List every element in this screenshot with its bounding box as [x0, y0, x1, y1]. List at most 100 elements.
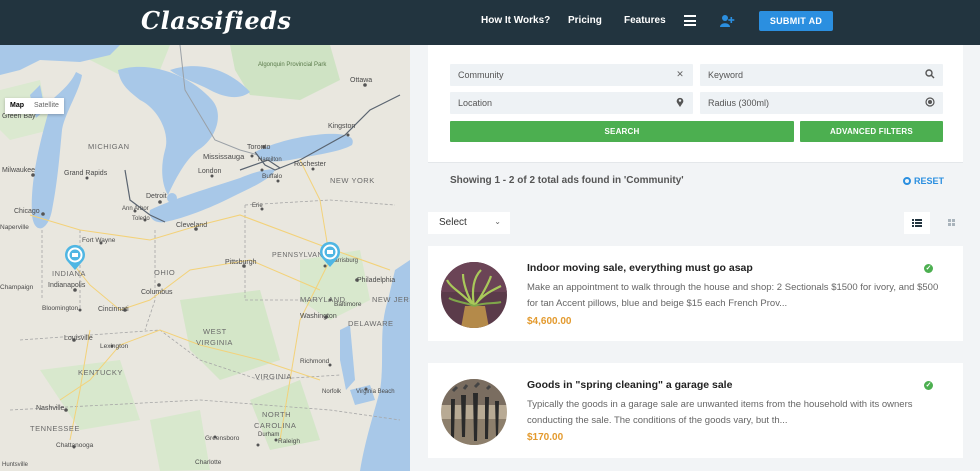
map-label-detroit: Detroit: [146, 193, 167, 200]
map-label-indiana: INDIANA: [52, 269, 86, 278]
map-label-virginia-w: VIRGINIA: [196, 338, 233, 347]
nav-how-it-works[interactable]: How It Works?: [481, 15, 550, 26]
map-label-michigan: MICHIGAN: [88, 142, 130, 151]
reset-icon: [903, 177, 911, 185]
map-label-indianapolis: Indianapolis: [48, 282, 86, 289]
hamburger-icon[interactable]: [684, 15, 696, 26]
map-label-bloomington: Bloomington: [42, 305, 79, 312]
submit-ad-button[interactable]: SUBMIT AD: [759, 11, 833, 31]
map-label-rochester: Rochester: [294, 161, 327, 168]
map-label-baltimore: Baltimore: [334, 301, 362, 308]
keyword-field[interactable]: Keyword: [700, 64, 943, 86]
map-label-lexington: Lexington: [100, 343, 129, 350]
listing-thumbnail[interactable]: [441, 379, 507, 445]
listing-card[interactable]: ✓ Indoor moving sale, everything must go…: [428, 246, 963, 341]
map-label-milwaukee: Milwaukee: [2, 167, 35, 174]
chevron-down-icon: ⌄: [494, 217, 501, 226]
map-label-carolina: CAROLINA: [254, 421, 296, 430]
map-label-algonquin: Algonquin Provincial Park: [258, 62, 327, 68]
map-label-chattanooga: Chattanooga: [56, 442, 94, 449]
list-view-icon: [912, 219, 922, 227]
map-label-naperville: Naperville: [0, 224, 29, 231]
plant-image: [441, 262, 507, 328]
map-type-map-button[interactable]: Map: [5, 98, 29, 114]
map-label-green-bay: Green Bay: [2, 113, 36, 120]
map-marker-icon[interactable]: [675, 97, 685, 107]
map-label-nashville: Nashville: [36, 405, 65, 412]
nav-pricing[interactable]: Pricing: [568, 15, 602, 26]
map-label-toronto: Toronto: [247, 144, 270, 151]
add-user-icon[interactable]: [719, 13, 735, 29]
radius-field-value: Radius (300ml): [708, 98, 770, 108]
map-label-virginia: VIRGINIA: [255, 372, 292, 381]
search-button[interactable]: SEARCH: [450, 121, 794, 142]
map-label-buffalo: Buffalo: [262, 173, 283, 180]
map-label-charlotte: Charlotte: [195, 459, 222, 466]
map-label-philadelphia: Philadelphia: [357, 277, 395, 284]
map-view[interactable]: Algonquin Provincial Park Ottawa Green B…: [0, 45, 410, 471]
map-label-ottawa: Ottawa: [350, 77, 372, 84]
grid-view-button[interactable]: [939, 212, 965, 234]
map-label-grand-rapids: Grand Rapids: [64, 170, 108, 177]
map-label-tennessee: TENNESSEE: [30, 424, 80, 433]
map-label-champaign: Champaign: [0, 284, 34, 291]
clear-icon[interactable]: ✕: [675, 69, 685, 79]
map-label-durham: Durham: [258, 432, 279, 438]
map-label-kingston: Kingston: [328, 123, 355, 130]
map-label-new-york: NEW YORK: [330, 176, 375, 185]
results-summary: Showing 1 - 2 of 2 total ads found in 'C…: [450, 175, 684, 186]
grid-view-icon: [948, 219, 955, 226]
map-label-virginia-beach: Virginia Beach: [356, 389, 395, 395]
map-label-huntsville: Huntsville: [2, 462, 29, 468]
map-label-columbus: Columbus: [141, 289, 173, 296]
map-label-north: NORTH: [262, 410, 291, 419]
map-type-control: Map Satellite: [5, 98, 64, 114]
top-navbar: Classifieds How It Works? Pricing Featur…: [0, 0, 980, 45]
verified-check-icon: ✓: [922, 379, 935, 392]
nav-features[interactable]: Features: [624, 15, 666, 26]
map-label-richmond: Richmond: [300, 358, 330, 365]
reset-label: RESET: [914, 176, 945, 186]
search-icon: [925, 69, 935, 79]
radius-field[interactable]: Radius (300ml): [700, 92, 943, 114]
garage-sale-image: [441, 379, 507, 445]
map-label-ann-arbor: Ann Arbor: [122, 206, 149, 212]
listing-price: $170.00: [527, 432, 564, 443]
community-field-value: Community: [458, 70, 504, 80]
map-label-cincinnati: Cincinnati: [98, 306, 129, 313]
map-label-hamilton: Hamilton: [258, 157, 282, 163]
listing-price: $4,600.00: [527, 316, 572, 327]
map-label-norfolk: Norfolk: [322, 389, 342, 395]
location-field-placeholder: Location: [458, 98, 493, 108]
advanced-filters-button[interactable]: ADVANCED FILTERS: [800, 121, 943, 142]
map-label-kentucky: KENTUCKY: [78, 368, 123, 377]
map-label-pittsburgh: Pittsburgh: [225, 259, 257, 266]
map-label-chicago: Chicago: [14, 208, 40, 215]
map-label-west: WEST: [203, 327, 227, 336]
map-label-mississauga: Mississauga: [203, 152, 245, 161]
map-type-satellite-button[interactable]: Satellite: [29, 98, 64, 114]
keyword-field-placeholder: Keyword: [708, 70, 744, 80]
list-view-button[interactable]: [904, 212, 930, 234]
site-logo[interactable]: Classifieds: [141, 6, 291, 35]
map-label-toledo: Toledo: [132, 216, 150, 222]
map-label-cleveland: Cleveland: [176, 222, 207, 229]
map-label-erie: Erie: [252, 203, 263, 209]
location-field[interactable]: Location: [450, 92, 693, 114]
target-icon[interactable]: [925, 97, 935, 107]
listing-description: Make an appointment to walk through the …: [527, 282, 939, 309]
listing-title[interactable]: Goods in "spring cleaning" a garage sale: [527, 379, 732, 391]
sort-select-value: Select: [439, 217, 467, 228]
sort-select[interactable]: Select ⌄: [428, 212, 510, 234]
community-field[interactable]: Community ✕: [450, 64, 693, 86]
listing-description: Typically the goods in a garage sale are…: [527, 399, 913, 426]
map-label-greensboro: Greensboro: [205, 435, 240, 442]
listing-card[interactable]: ✓ Goods in "spring cleaning" a garage sa…: [428, 363, 963, 458]
verified-check-icon: ✓: [922, 262, 935, 275]
listing-thumbnail[interactable]: [441, 262, 507, 328]
map-label-ohio: OHIO: [154, 268, 175, 277]
reset-button[interactable]: RESET: [903, 176, 944, 186]
listing-title[interactable]: Indoor moving sale, everything must go a…: [527, 262, 753, 274]
map-label-fort-wayne: Fort Wayne: [82, 237, 116, 244]
map-label-delaware: DELAWARE: [348, 319, 394, 328]
